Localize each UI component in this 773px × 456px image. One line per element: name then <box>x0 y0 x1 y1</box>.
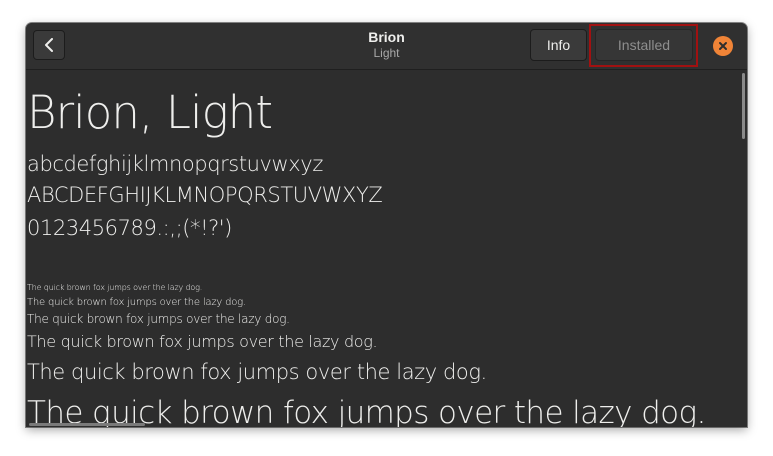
sample-line: The quick brown fox jumps over the lazy … <box>27 312 290 326</box>
vertical-scrollbar[interactable] <box>742 73 745 139</box>
installed-button[interactable]: Installed <box>595 29 693 61</box>
uppercase-sample: ABCDEFGHIJKLMNOPQRSTUVWXYZ <box>27 183 383 207</box>
lowercase-sample: abcdefghijklmnopqrstuvwxyz <box>27 152 323 176</box>
digits-sample: 0123456789.:,;(*!?') <box>27 216 232 240</box>
sample-line: The quick brown fox jumps over the lazy … <box>27 332 378 351</box>
font-viewer-window: Brion Light Info Installed Brion, Light … <box>26 23 747 427</box>
horizontal-scrollbar[interactable] <box>29 423 145 426</box>
info-button[interactable]: Info <box>530 29 587 61</box>
font-name-heading: Brion, Light <box>27 86 273 139</box>
headerbar: Brion Light Info Installed <box>26 23 747 70</box>
font-preview-area[interactable]: Brion, Light abcdefghijklmnopqrstuvwxyz … <box>26 70 747 427</box>
window-close-icon <box>718 41 728 51</box>
sample-line: The quick brown fox jumps over the lazy … <box>27 297 246 308</box>
close-button[interactable] <box>713 36 733 56</box>
sample-line: The quick brown fox jumps over the lazy … <box>27 283 203 292</box>
sample-line: The quick brown fox jumps over the lazy … <box>27 360 487 384</box>
